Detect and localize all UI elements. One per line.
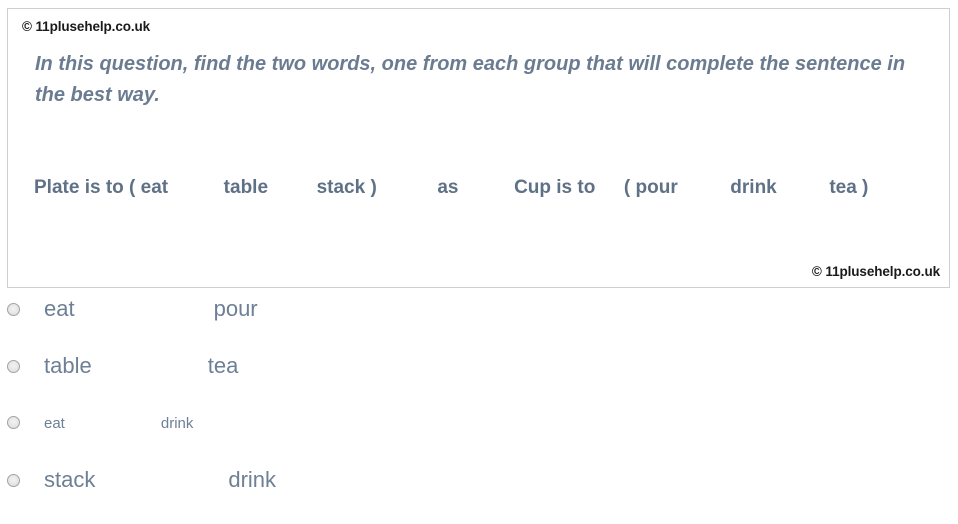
answer-option-label: table tea: [44, 353, 238, 379]
answer-word-second: drink: [160, 415, 194, 432]
question-right-option-3: tea ): [829, 177, 869, 198]
answer-word-first: stack: [44, 467, 96, 492]
radio-button-icon[interactable]: [7, 303, 20, 316]
answer-option-4[interactable]: stack drink: [0, 467, 958, 524]
answer-word-second: drink: [228, 467, 277, 492]
answer-option-3[interactable]: eat drink: [0, 410, 958, 467]
question-left-option-2: table: [223, 177, 269, 198]
copyright-top: © 11plusehelp.co.uk: [22, 19, 151, 34]
answer-word-first: eat: [44, 296, 75, 321]
question-instruction: In this question, find the two words, on…: [35, 53, 906, 106]
answer-options-list: eat pour table tea eat drink stack drink: [0, 296, 958, 524]
answer-option-label: eat drink: [44, 415, 193, 432]
radio-button-icon[interactable]: [7, 416, 20, 429]
answer-option-label: stack drink: [44, 467, 276, 493]
question-right-option-1: ( pour: [623, 177, 678, 198]
question-card: © 11plusehelp.co.uk In this question, fi…: [7, 8, 950, 288]
answer-option-1[interactable]: eat pour: [0, 296, 958, 353]
answer-word-second: pour: [213, 296, 258, 321]
question-connector: as: [437, 177, 459, 198]
question-left-option-3: stack ): [316, 177, 377, 198]
question-right-option-2: drink: [730, 177, 777, 198]
answer-word-second: tea: [207, 353, 239, 378]
question-text: Plate is to ( eat table stack ) as Cup i…: [34, 177, 934, 199]
question-stem-right: Cup is to: [514, 177, 596, 198]
radio-button-icon[interactable]: [7, 474, 20, 487]
copyright-bottom: © 11plusehelp.co.uk: [811, 264, 940, 279]
answer-word-first: table: [44, 353, 92, 378]
radio-button-icon[interactable]: [7, 360, 20, 373]
question-stem-left: Plate is to ( eat: [34, 177, 169, 198]
answer-word-first: eat: [44, 415, 65, 432]
answer-option-label: eat pour: [44, 296, 258, 322]
answer-option-2[interactable]: table tea: [0, 353, 958, 410]
